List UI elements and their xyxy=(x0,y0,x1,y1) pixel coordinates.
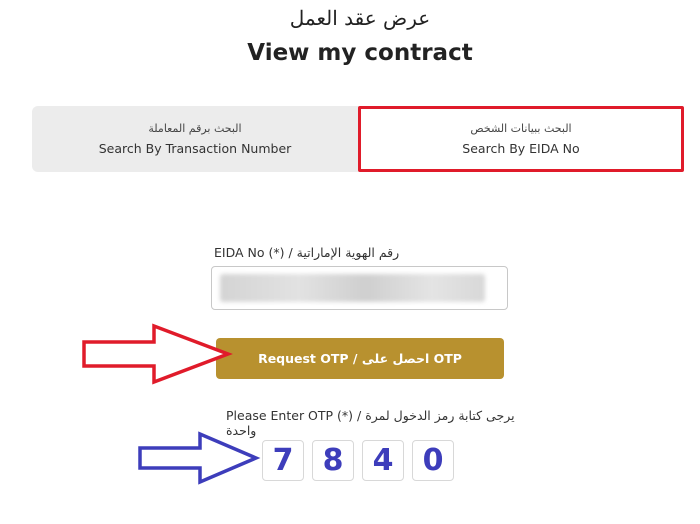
red-arrow-icon xyxy=(82,323,233,385)
otp-digit-input[interactable]: 4 xyxy=(362,440,404,481)
tab-search-by-eida-no[interactable]: البحث ببيانات الشخص Search By EIDA No xyxy=(358,106,684,172)
eida-field-label: EIDA No (*) / رقم الهوية الإماراتية xyxy=(214,245,400,260)
tab-label-arabic: البحث برقم المعاملة xyxy=(148,122,242,135)
request-otp-button[interactable]: Request OTP / احصل على OTP xyxy=(216,338,504,379)
tab-label-arabic: البحث ببيانات الشخص xyxy=(470,122,572,135)
tab-search-by-transaction-number[interactable]: البحث برقم المعاملة Search By Transactio… xyxy=(32,106,358,172)
otp-field-label: Please Enter OTP (*) / يرجى كتابة رمز ال… xyxy=(226,408,515,438)
tab-label: Search By EIDA No xyxy=(462,141,580,156)
page-title: View my contract xyxy=(247,40,473,66)
tab-label: Search By Transaction Number xyxy=(98,141,292,156)
eida-input[interactable] xyxy=(211,266,508,310)
otp-digit-input[interactable]: 7 xyxy=(262,440,304,481)
view-contract-page: عرض عقد العمل View my contract البحث برق… xyxy=(0,0,700,524)
search-tabs: البحث برقم المعاملة Search By Transactio… xyxy=(32,106,684,172)
otp-digit-input[interactable]: 8 xyxy=(312,440,354,481)
page-title-arabic: عرض عقد العمل xyxy=(289,6,431,30)
otp-digit-input[interactable]: 0 xyxy=(412,440,454,481)
blue-arrow-icon xyxy=(138,431,261,485)
